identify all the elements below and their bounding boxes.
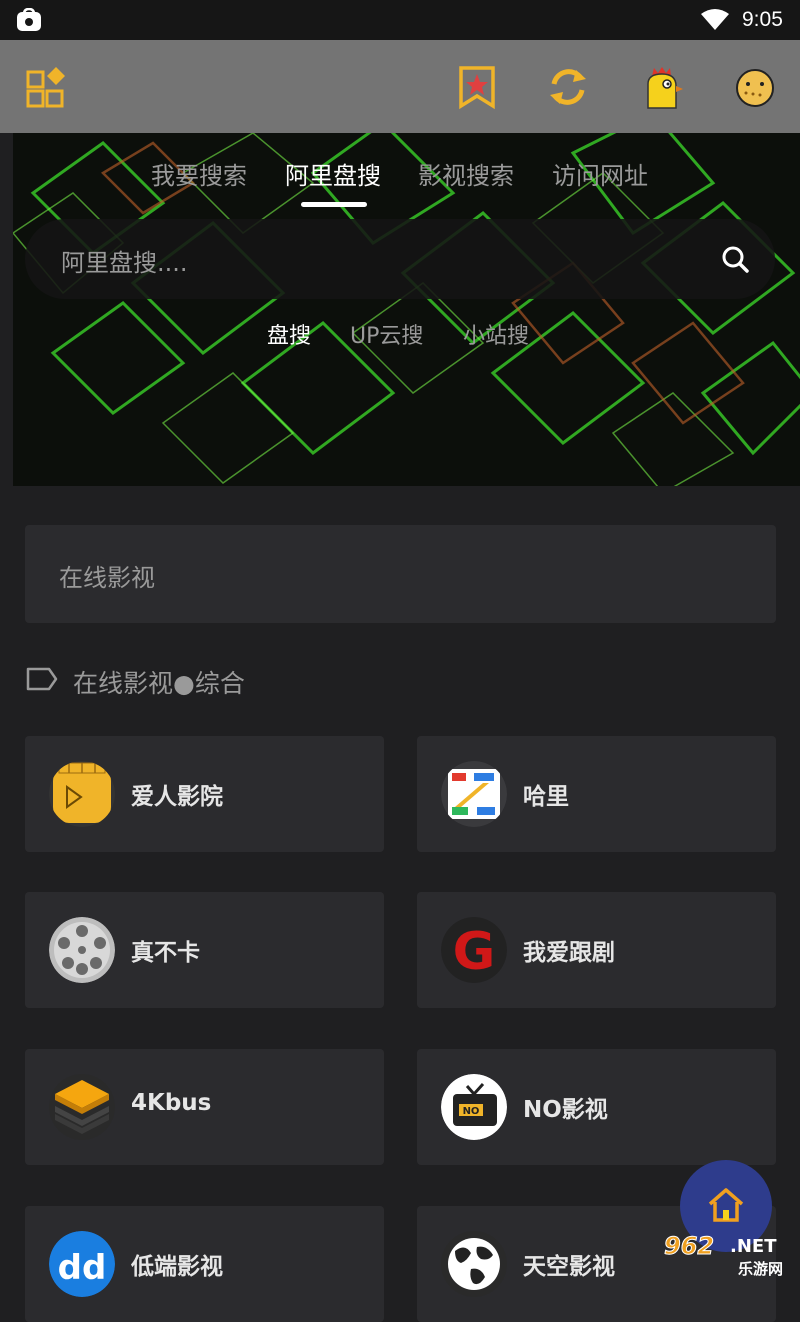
- store-bag-icon: [17, 8, 41, 31]
- search-placeholder: 阿里盘搜....: [61, 249, 188, 277]
- site-card[interactable]: NO NO影视: [417, 1049, 776, 1165]
- tab-ali-pan[interactable]: 阿里盘搜: [285, 156, 381, 191]
- site-name: 哈里: [523, 784, 569, 810]
- tab-video-search[interactable]: 影视搜索: [418, 156, 514, 191]
- dd-logo-icon: dd: [49, 1231, 115, 1297]
- svg-text:乐游网: 乐游网: [738, 1260, 783, 1278]
- site-name: 天空影视: [523, 1254, 615, 1280]
- site-card[interactable]: 4Kbus: [25, 1049, 384, 1165]
- g-logo-icon: G: [441, 917, 507, 983]
- film-reel-icon: [49, 917, 115, 983]
- site-name: 爱人影院: [131, 784, 223, 810]
- site-card[interactable]: dd 低端影视: [25, 1206, 384, 1322]
- tab-visit-url[interactable]: 访问网址: [552, 156, 648, 191]
- bookmark-star-icon[interactable]: [455, 64, 499, 110]
- grid-diamond-icon[interactable]: [25, 64, 69, 110]
- site-name: NO影视: [523, 1097, 608, 1123]
- wifi-icon: [701, 9, 729, 30]
- site-name: 4Kbus: [131, 1090, 212, 1116]
- subtab-small-site[interactable]: 小站搜: [463, 318, 529, 350]
- online-video-label: 在线影视: [59, 564, 155, 592]
- refresh-icon[interactable]: [546, 64, 590, 110]
- site-card[interactable]: G 我爱跟剧: [417, 892, 776, 1008]
- site-card[interactable]: 爱人影院: [25, 736, 384, 852]
- tab-indicator: [301, 202, 367, 207]
- status-bar: 9:05: [0, 0, 800, 40]
- site-watermark-logo: 962 .NET 乐游网: [664, 1232, 784, 1279]
- svg-text:NO: NO: [463, 1106, 480, 1117]
- top-toolbar: [0, 40, 800, 133]
- svg-text:.NET: .NET: [730, 1236, 777, 1257]
- online-video-box[interactable]: 在线影视: [25, 525, 776, 623]
- tag-icon: [26, 667, 58, 691]
- site-card[interactable]: 真不卡: [25, 892, 384, 1008]
- search-tabs: 我要搜索 阿里盘搜 影视搜索 访问网址: [0, 156, 800, 196]
- tab-search[interactable]: 我要搜索: [151, 156, 247, 191]
- section-title-text: 在线影视●综合: [73, 669, 245, 698]
- site-name: 低端影视: [131, 1254, 223, 1280]
- search-icon[interactable]: [721, 245, 749, 273]
- site-card[interactable]: 哈里: [417, 736, 776, 852]
- svg-text:962: 962: [664, 1232, 714, 1260]
- subtab-up-cloud[interactable]: UP云搜: [350, 318, 423, 350]
- site-name: 我爱跟剧: [523, 940, 615, 966]
- search-engine-tabs: 盘搜 UP云搜 小站搜: [0, 318, 800, 352]
- svg-text:G: G: [453, 922, 496, 982]
- globe-icon: [441, 1231, 507, 1297]
- layers-icon: [49, 1074, 115, 1140]
- search-input[interactable]: 阿里盘搜....: [25, 219, 775, 299]
- home-icon: [708, 1188, 744, 1222]
- chick-icon[interactable]: [640, 64, 684, 110]
- cookie-face-icon[interactable]: [733, 64, 777, 110]
- tv-no-icon: NO: [441, 1074, 507, 1140]
- subtab-pan-search[interactable]: 盘搜: [267, 318, 311, 350]
- site-name: 真不卡: [131, 940, 200, 966]
- clock: 9:05: [742, 8, 783, 31]
- z-logo-icon: [441, 761, 507, 827]
- svg-text:dd: dd: [58, 1248, 107, 1288]
- play-calendar-icon: [49, 761, 115, 827]
